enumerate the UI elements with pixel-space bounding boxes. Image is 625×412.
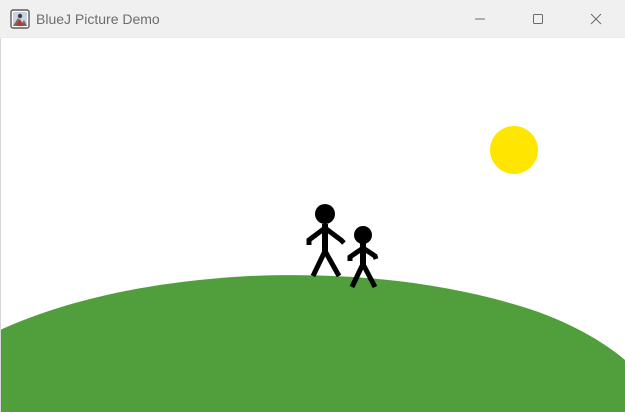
maximize-icon: [533, 14, 543, 24]
maximize-button[interactable]: [509, 0, 567, 38]
short-person-head: [354, 226, 372, 244]
title-bar[interactable]: BlueJ Picture Demo: [0, 0, 625, 38]
window-controls: [451, 0, 625, 38]
minimize-icon: [475, 18, 485, 20]
picture-canvas: [0, 38, 625, 412]
close-button[interactable]: [567, 0, 625, 38]
app-window: BlueJ Picture Demo: [0, 0, 625, 412]
tall-person-head: [315, 204, 335, 224]
window-left-border: [0, 38, 1, 412]
minimize-button[interactable]: [451, 0, 509, 38]
window-title: BlueJ Picture Demo: [36, 10, 160, 27]
close-icon: [590, 13, 602, 25]
bluej-app-icon[interactable]: [10, 8, 30, 29]
sun: [490, 126, 538, 174]
